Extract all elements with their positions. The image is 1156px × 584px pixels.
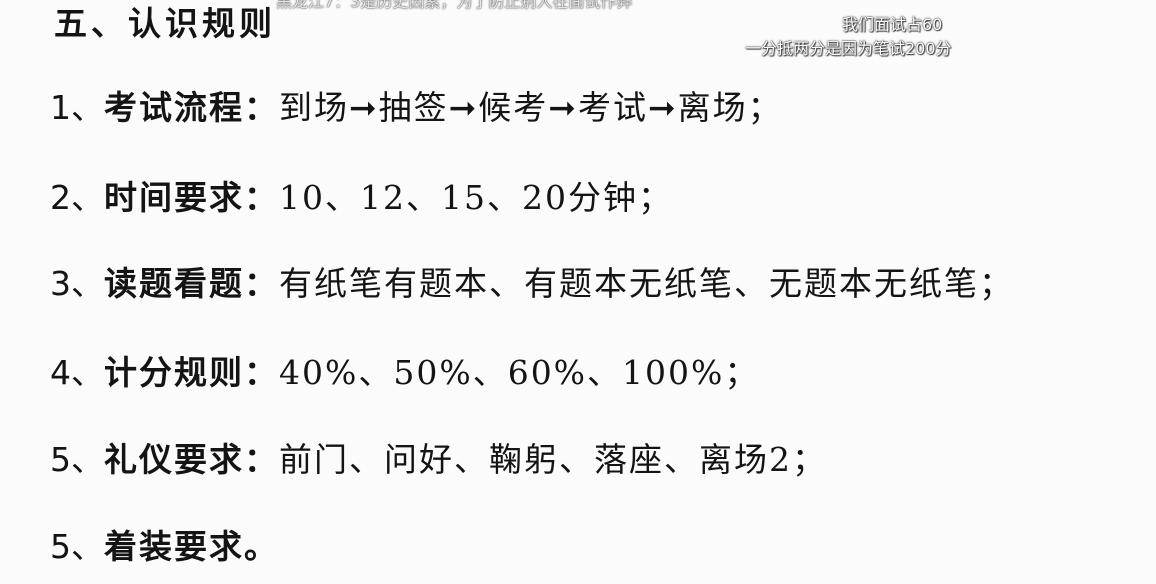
rule-item-5: 5、礼仪要求：前门、问好、鞠躬、落座、离场2； <box>50 438 827 482</box>
item-text: 10、12、15、20分钟； <box>279 178 673 217</box>
video-frame: 五、认识规则 1、考试流程：到场➞抽签➞候考➞考试➞离场； 2、时间要求：10、… <box>0 0 1156 584</box>
rule-item-1: 1、考试流程：到场➞抽签➞候考➞考试➞离场； <box>50 86 783 130</box>
item-text: 有纸笔有题本、有题本无纸笔、无题本无纸笔； <box>279 264 1014 303</box>
item-number: 2、 <box>50 178 104 217</box>
item-label: 礼仪要求： <box>104 440 279 479</box>
item-label: 计分规则： <box>104 353 279 392</box>
item-number: 1、 <box>50 88 104 127</box>
item-text: 40%、50%、60%、100%； <box>279 353 760 392</box>
danmaku-comment: 黑龙江7：3是历史因素，为了防止别人在面试作弊 <box>276 0 633 11</box>
item-label: 时间要求： <box>104 178 279 217</box>
rule-item-2: 2、时间要求：10、12、15、20分钟； <box>50 176 673 220</box>
item-number: 4、 <box>50 353 104 392</box>
item-number: 5、 <box>50 527 104 566</box>
item-text: 前门、问好、鞠躬、落座、离场2； <box>279 440 827 479</box>
caption-line-1: 我们面试占60 <box>842 15 943 34</box>
item-number: 5、 <box>50 440 104 479</box>
item-number: 3、 <box>50 264 104 303</box>
rule-item-6: 5、着装要求。 <box>50 525 279 569</box>
item-label: 着装要求。 <box>104 527 279 566</box>
item-text: 到场➞抽签➞候考➞考试➞离场； <box>279 88 783 127</box>
item-label: 读题看题： <box>104 264 279 303</box>
rule-item-3: 3、读题看题：有纸笔有题本、有题本无纸笔、无题本无纸笔； <box>50 262 1014 306</box>
section-heading: 五、认识规则 <box>54 4 276 43</box>
rule-item-4: 4、计分规则：40%、50%、60%、100%； <box>50 351 759 395</box>
caption-line-2: 一分抵两分是因为笔试200分 <box>745 39 952 58</box>
item-label: 考试流程： <box>104 88 279 127</box>
